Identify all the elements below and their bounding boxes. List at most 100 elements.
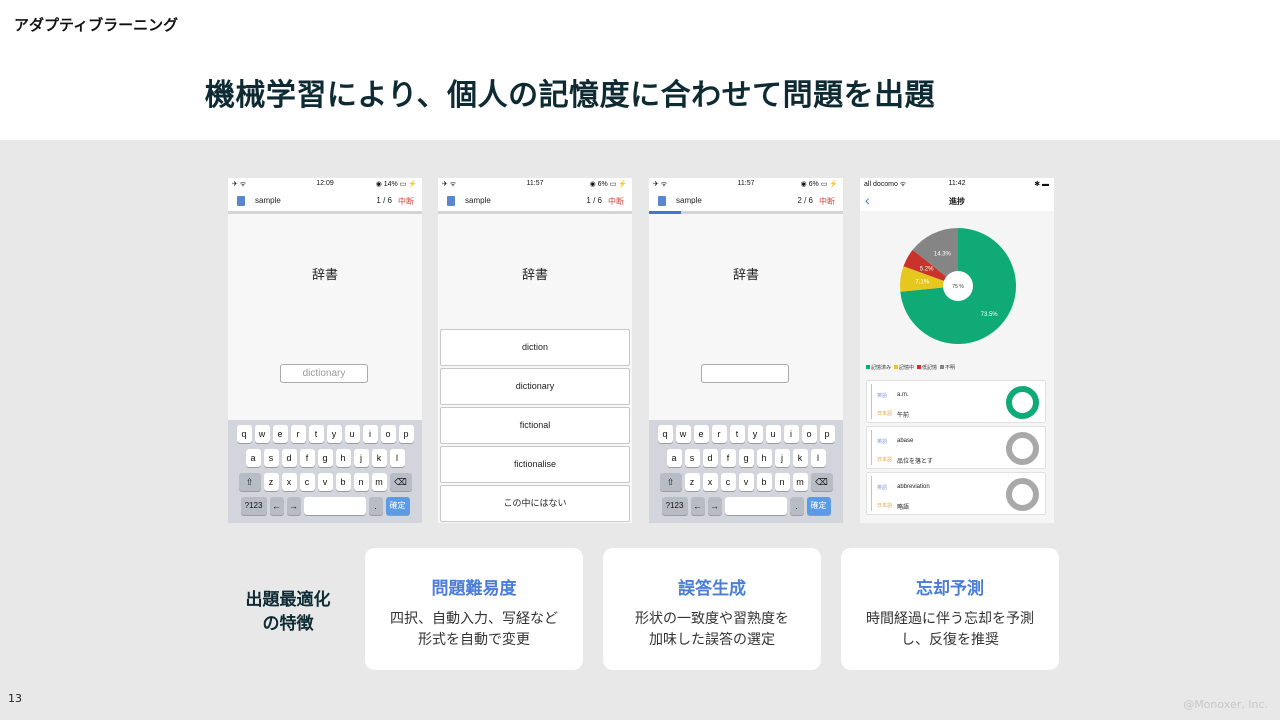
keyboard-row: asdfghjkl (230, 449, 420, 467)
status-right: ◉ 6% ▭ ⚡ (589, 181, 627, 188)
key-c[interactable]: c (720, 473, 736, 491)
feature-desc-line1: 形状の一致度や習熟度を (635, 611, 789, 627)
slide-headline: 機械学習により、個人の記憶度に合わせて問題を出題 (204, 78, 936, 113)
quit-button[interactable]: 中断 (398, 196, 414, 207)
key-n[interactable]: n (353, 473, 369, 491)
pie-svg: 73.5% 7.1% 5.2% 14.3% 75 % (900, 228, 1016, 344)
card-divider (871, 476, 872, 511)
key-w[interactable]: w (254, 425, 270, 443)
status-right: ◉ 6% ▭ ⚡ (800, 181, 838, 188)
cursor-left-key[interactable]: ← (690, 497, 705, 515)
key-i[interactable]: i (783, 425, 799, 443)
keyboard-row: ?123 ← →. 確定 (651, 497, 841, 515)
japanese-word: 午前 (897, 413, 910, 419)
key-o[interactable]: o (380, 425, 396, 443)
key-h[interactable]: h (756, 449, 772, 467)
delete-key[interactable]: ⌫ (810, 473, 833, 491)
deck-name: sample (465, 196, 491, 205)
key-t[interactable]: t (729, 425, 745, 443)
key-r[interactable]: r (290, 425, 306, 443)
key-e[interactable]: e (272, 425, 288, 443)
key-o[interactable]: o (801, 425, 817, 443)
confirm-key[interactable]: 確定 (806, 497, 831, 515)
memory-ring-icon (1006, 386, 1039, 419)
answer-input[interactable] (701, 364, 789, 383)
space-key[interactable] (724, 497, 787, 515)
key-i[interactable]: i (362, 425, 378, 443)
key-u[interactable]: u (344, 425, 360, 443)
key-w[interactable]: w (675, 425, 691, 443)
key-z[interactable]: z (684, 473, 700, 491)
answer-input[interactable]: dictionary (280, 364, 368, 383)
key-e[interactable]: e (693, 425, 709, 443)
status-bar: ✈ ᯤ 11:57 ◉ 6% ▭ ⚡ (649, 178, 843, 191)
japanese-word: 略語 (897, 505, 910, 511)
choice-option[interactable]: diction (440, 329, 630, 366)
key-s[interactable]: s (684, 449, 700, 467)
key-y[interactable]: y (326, 425, 342, 443)
word-card[interactable]: 英語 a.m. 日本語 午前 (866, 380, 1046, 423)
key-q[interactable]: q (236, 425, 252, 443)
space-key[interactable] (303, 497, 366, 515)
key-l[interactable]: l (810, 449, 826, 467)
key-r[interactable]: r (711, 425, 727, 443)
key-n[interactable]: n (774, 473, 790, 491)
progress-fill (649, 211, 682, 214)
key-m[interactable]: m (371, 473, 387, 491)
key-c[interactable]: c (299, 473, 315, 491)
key-p[interactable]: p (398, 425, 414, 443)
key-g[interactable]: g (317, 449, 333, 467)
cursor-right-key[interactable]: → (286, 497, 301, 515)
key-q[interactable]: q (657, 425, 673, 443)
key-j[interactable]: j (774, 449, 790, 467)
english-tag: 英語 (877, 485, 888, 491)
key-b[interactable]: b (335, 473, 351, 491)
key-d[interactable]: d (281, 449, 297, 467)
key-t[interactable]: t (308, 425, 324, 443)
key-a[interactable]: a (666, 449, 682, 467)
key-u[interactable]: u (765, 425, 781, 443)
word-card[interactable]: 英語 abase 日本語 品位を落とす (866, 426, 1046, 469)
choice-option[interactable]: fictional (440, 407, 630, 444)
keyboard: q w e r t y u i o p a s d f g h j k l ⇧ z x c v b n m ⌫ ?123 ← →. 確定 (228, 420, 422, 523)
key-v[interactable]: v (738, 473, 754, 491)
key-v[interactable]: v (317, 473, 333, 491)
word-card[interactable]: 英語 abbreviation 日本語 略語 (866, 472, 1046, 515)
key-x[interactable]: x (281, 473, 297, 491)
key-k[interactable]: k (371, 449, 387, 467)
shift-key[interactable]: ⇧ (659, 473, 682, 491)
key-h[interactable]: h (335, 449, 351, 467)
numbers-key[interactable]: ?123 (240, 497, 267, 515)
choice-option[interactable]: dictionary (440, 368, 630, 405)
key-l[interactable]: l (389, 449, 405, 467)
quit-button[interactable]: 中断 (819, 196, 835, 207)
key-p[interactable]: p (819, 425, 835, 443)
key-a[interactable]: a (245, 449, 261, 467)
key-s[interactable]: s (263, 449, 279, 467)
key-x[interactable]: x (702, 473, 718, 491)
key-f[interactable]: f (299, 449, 315, 467)
choice-option[interactable]: fictionalise (440, 446, 630, 483)
key-m[interactable]: m (792, 473, 808, 491)
key-z[interactable]: z (263, 473, 279, 491)
key-y[interactable]: y (747, 425, 763, 443)
confirm-key[interactable]: 確定 (385, 497, 410, 515)
section-label: アダプティブラーニング (14, 16, 179, 34)
key-b[interactable]: b (756, 473, 772, 491)
choice-option-none[interactable]: この中にはない (440, 485, 630, 522)
shift-key[interactable]: ⇧ (238, 473, 261, 491)
cursor-right-key[interactable]: → (707, 497, 722, 515)
cursor-left-key[interactable]: ← (269, 497, 284, 515)
quit-button[interactable]: 中断 (608, 196, 624, 207)
key-j[interactable]: j (353, 449, 369, 467)
features-heading-line1: 出題最適化 (245, 590, 331, 610)
period-key[interactable]: . (368, 497, 383, 515)
period-key[interactable]: . (789, 497, 804, 515)
key-f[interactable]: f (720, 449, 736, 467)
deck-name: sample (676, 196, 702, 205)
key-d[interactable]: d (702, 449, 718, 467)
numbers-key[interactable]: ?123 (661, 497, 688, 515)
key-k[interactable]: k (792, 449, 808, 467)
delete-key[interactable]: ⌫ (389, 473, 412, 491)
key-g[interactable]: g (738, 449, 754, 467)
